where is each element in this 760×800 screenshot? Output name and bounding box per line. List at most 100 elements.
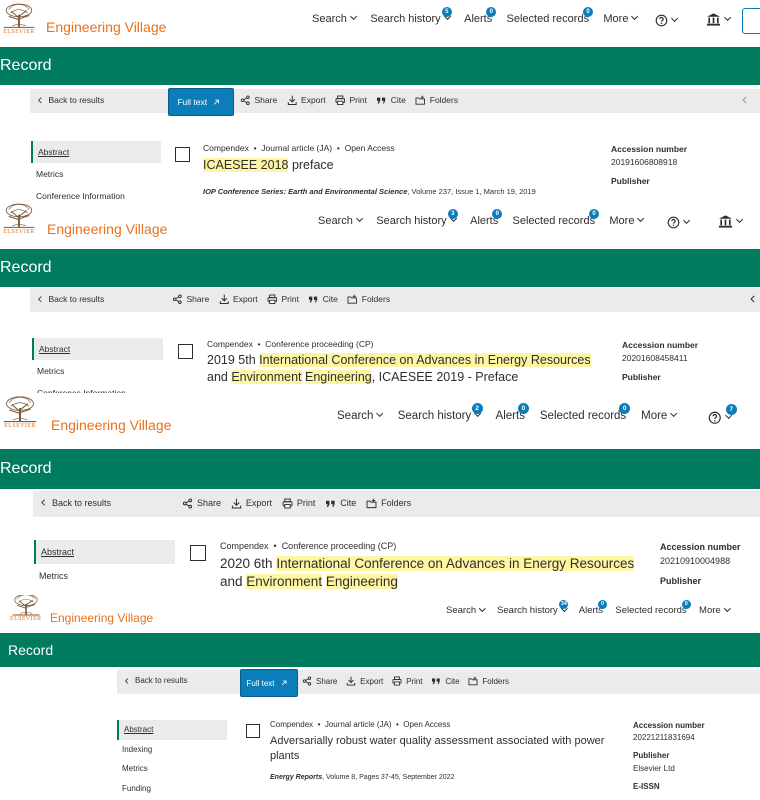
sidebar-item-abstract[interactable]: Abstract (32, 338, 163, 360)
select-record-checkbox[interactable] (175, 147, 190, 162)
sidebar-item-abstract[interactable]: Abstract (31, 141, 161, 163)
sidebar-item-indexing[interactable]: Indexing (117, 740, 227, 760)
export-label: Export (233, 294, 258, 304)
help-menu[interactable] (667, 216, 691, 229)
print-button[interactable]: Print (267, 294, 299, 305)
app-name[interactable]: Engineering Village (46, 19, 166, 35)
export-label: Export (245, 498, 272, 508)
export-button[interactable]: Export (287, 95, 326, 106)
account-button[interactable] (742, 8, 760, 34)
record-title: 2019 5th International Conference on Adv… (207, 352, 607, 386)
share-button[interactable]: Share (302, 676, 337, 686)
export-button[interactable]: Export (346, 676, 383, 686)
nav-alerts-count-badge: 0 (492, 209, 503, 219)
elsevier-logo[interactable]: ELSEVIER (2, 395, 38, 429)
nav-selected-records[interactable]: Selected records 0 (540, 403, 631, 422)
help-icon (667, 216, 680, 229)
elsevier-wordmark: ELSEVIER (4, 423, 36, 429)
full-text-button[interactable]: Full text (168, 88, 234, 116)
app-name[interactable]: Engineering Village (50, 611, 153, 625)
folders-button[interactable]: Folders (366, 498, 411, 509)
nav-selected-records[interactable]: Selected records 0 (615, 599, 691, 616)
folders-label: Folders (429, 95, 459, 105)
prev-record-arrow[interactable] (748, 293, 758, 305)
full-text-button[interactable]: Full text (240, 669, 298, 697)
nav-search[interactable]: Search (318, 215, 364, 227)
institution-menu[interactable] (706, 12, 732, 27)
sidebar-item-conference-information[interactable]: Conference Information (31, 185, 161, 200)
nav-alerts[interactable]: Alerts 0 (470, 209, 503, 227)
sidebar-item-metrics[interactable]: Metrics (32, 360, 163, 382)
source-details: , Volume 237, Issue 1, March 19, 2019 (407, 187, 536, 196)
cite-button[interactable]: Cite (308, 294, 338, 305)
select-record-checkbox[interactable] (178, 344, 193, 359)
print-button[interactable]: Print (335, 95, 367, 106)
prev-record-arrow[interactable] (740, 94, 750, 106)
nav-selected-records[interactable]: Selected records 0 (513, 209, 600, 227)
chevron-down-icon (479, 605, 486, 612)
share-button[interactable]: Share (182, 498, 221, 509)
sidebar-item-metrics[interactable]: Metrics (31, 163, 161, 185)
folders-button[interactable]: Folders (415, 95, 458, 106)
sidebar-item-metrics[interactable]: Metrics (117, 759, 227, 779)
app-name[interactable]: Engineering Village (51, 417, 171, 433)
nav-search-history[interactable]: Search history 34 (497, 599, 569, 616)
nav-alerts[interactable]: Alerts 0 (464, 7, 497, 25)
record-heading: Record (0, 57, 52, 74)
share-button[interactable]: Share (240, 95, 277, 106)
cite-button[interactable]: Cite (325, 498, 356, 509)
meta-separator: • (332, 143, 345, 153)
print-button[interactable]: Print (392, 676, 423, 686)
screenshot-panel: ELSEVIER Engineering Village Search Search … (0, 393, 760, 595)
back-to-results-link[interactable]: Back to results (36, 294, 104, 304)
share-label: Share (316, 676, 338, 686)
help-menu[interactable]: 7 (708, 404, 737, 425)
chevron-down-icon (355, 215, 364, 223)
eissn-label: E-ISSN (633, 781, 660, 791)
cite-button[interactable]: Cite (431, 676, 460, 686)
top-header: ELSEVIER Engineering Village Search Search … (0, 595, 760, 633)
sidebar-item-conference-information[interactable]: Conference Information (32, 382, 163, 393)
nav-selected-records[interactable]: Selected records 0 (507, 7, 594, 25)
select-record-checkbox[interactable] (190, 545, 206, 561)
sidebar-item-funding[interactable]: Funding (117, 779, 227, 799)
back-to-results-link[interactable]: Back to results (39, 498, 111, 508)
folders-icon (366, 498, 377, 509)
nav-search-history[interactable]: Search history 5 (370, 7, 452, 25)
record-toolbar: Back to results Full text Share Export Print… (117, 669, 760, 697)
nav-more[interactable]: More (603, 13, 639, 25)
app-name[interactable]: Engineering Village (47, 221, 167, 237)
nav-alerts[interactable]: Alerts 0 (496, 403, 529, 422)
nav-search[interactable]: Search (337, 410, 384, 422)
nav-more[interactable]: More (609, 215, 645, 227)
nav-more[interactable]: More (641, 410, 678, 422)
cite-button[interactable]: Cite (376, 95, 406, 106)
print-button[interactable]: Print (282, 498, 315, 509)
export-button[interactable]: Export (219, 294, 258, 305)
nav-search-history[interactable]: Search history 3 (376, 209, 458, 227)
help-menu[interactable] (655, 14, 679, 27)
select-record-checkbox[interactable] (246, 724, 260, 738)
folders-button[interactable]: Folders (468, 676, 509, 686)
back-to-results-link[interactable]: Back to results (36, 95, 104, 105)
institution-menu[interactable] (718, 214, 744, 229)
nav-search-history[interactable]: Search history 2 (398, 403, 483, 422)
elsevier-logo[interactable]: ELSEVIER (2, 202, 36, 235)
sidebar-item-metrics[interactable]: Metrics (34, 564, 175, 588)
nav-more[interactable]: More (699, 605, 731, 616)
sidebar-item-abstract[interactable]: Abstract (34, 540, 175, 564)
sidebar-item-abstract[interactable]: Abstract (117, 720, 227, 740)
back-to-results-link[interactable]: Back to results (123, 676, 187, 685)
elsevier-logo[interactable]: ELSEVIER (10, 595, 42, 622)
nav-search-history-count-badge: 2 (471, 403, 483, 415)
record-meta-line: Compendex • Conference proceeding (CP) (220, 541, 396, 551)
share-label: Share (197, 498, 222, 508)
share-button[interactable]: Share (172, 294, 209, 305)
folders-button[interactable]: Folders (347, 294, 390, 305)
elsevier-logo[interactable]: ELSEVIER (2, 2, 36, 35)
export-button[interactable]: Export (231, 498, 272, 509)
print-label: Print (406, 676, 423, 686)
nav-alerts[interactable]: Alerts 0 (579, 599, 608, 616)
nav-search[interactable]: Search (446, 605, 486, 616)
nav-search[interactable]: Search (312, 13, 358, 25)
